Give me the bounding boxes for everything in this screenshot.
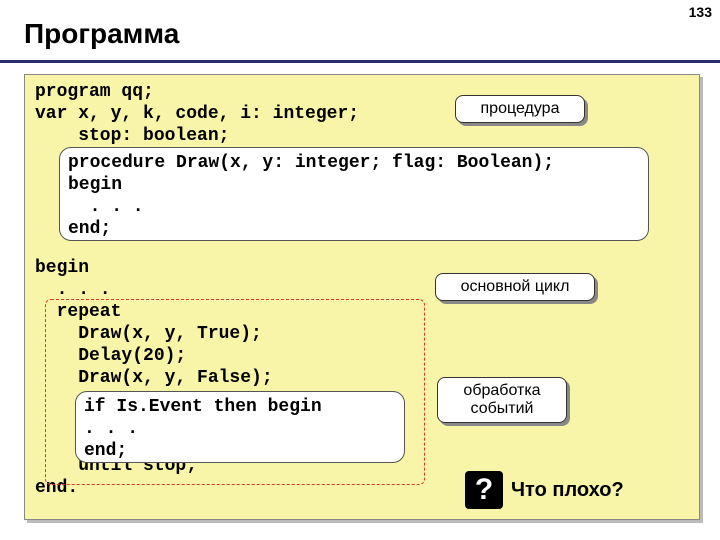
question-icon: ? [465, 471, 503, 509]
code-procedure: procedure Draw(x, y: integer; flag: Bool… [68, 152, 638, 240]
callout-main-loop: основной цикл [435, 273, 595, 301]
slide: 133 Программа program qq; var x, y, k, c… [0, 0, 720, 540]
procedure-box: procedure Draw(x, y: integer; flag: Bool… [59, 147, 649, 241]
code-event: if Is.Event then begin . . . end; [84, 396, 394, 462]
question-text: Что плохо? [511, 479, 624, 502]
event-box: if Is.Event then begin . . . end; [75, 391, 405, 463]
callout-procedure: процедура [455, 95, 585, 123]
page-number: 133 [689, 4, 712, 20]
code-panel: program qq; var x, y, k, code, i: intege… [24, 74, 700, 520]
slide-title: Программа [0, 0, 720, 63]
callout-events: обработка событий [437, 377, 567, 423]
